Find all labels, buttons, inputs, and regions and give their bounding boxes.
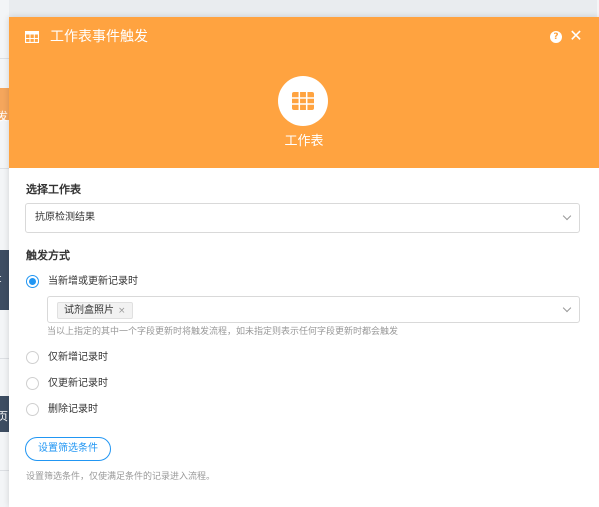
table-grid-icon bbox=[292, 92, 314, 110]
trigger-field-hint: 当以上指定的其中一个字段更新时将触发流程，如未指定则表示任何字段更新时都会触发 bbox=[47, 327, 399, 337]
divider bbox=[0, 358, 9, 359]
close-icon[interactable]: ✕ bbox=[569, 27, 583, 45]
trigger-option-label: 当新增或更新记录时 bbox=[48, 276, 138, 287]
radio-button[interactable] bbox=[26, 351, 39, 364]
trigger-option-label: 仅更新记录时 bbox=[48, 378, 108, 389]
panel-title: 工作表事件触发 bbox=[50, 29, 148, 45]
divider bbox=[0, 168, 9, 169]
worksheet-section-label: 选择工作表 bbox=[26, 183, 81, 196]
trigger-section-label: 触发方式 bbox=[26, 249, 70, 262]
radio-button[interactable] bbox=[26, 403, 39, 416]
background-text-fragment: t bbox=[0, 272, 9, 286]
worksheet-select-value: 抗原检测结果 bbox=[35, 212, 95, 223]
trigger-field-select[interactable]: 试剂盒照片 × bbox=[47, 296, 580, 323]
radio-button[interactable] bbox=[26, 377, 39, 390]
remove-tag-icon[interactable]: × bbox=[118, 306, 126, 316]
background-text-fragment: 发 bbox=[0, 110, 8, 123]
panel-header: 工作表事件触发 ? ✕ 工作表 bbox=[9, 17, 599, 168]
question-icon[interactable]: ? bbox=[550, 31, 562, 43]
chevron-down-icon bbox=[562, 211, 572, 221]
background-text-fragment: 页 bbox=[0, 410, 8, 423]
divider bbox=[0, 58, 9, 59]
table-grid-icon bbox=[25, 31, 39, 43]
set-filter-conditions-button[interactable]: 设置筛选条件 bbox=[25, 437, 111, 461]
background-page-edge: 发 t 页 bbox=[0, 0, 9, 507]
divider bbox=[0, 470, 9, 471]
radio-button-checked[interactable] bbox=[26, 275, 39, 288]
chevron-down-icon bbox=[562, 303, 572, 313]
trigger-option-label: 删除记录时 bbox=[48, 404, 98, 415]
worksheet-type-label: 工作表 bbox=[284, 134, 324, 149]
filter-hint: 设置筛选条件，仅使满足条件的记录进入流程。 bbox=[26, 472, 216, 482]
worksheet-type-badge bbox=[278, 76, 328, 126]
worksheet-select[interactable]: 抗原检测结果 bbox=[25, 203, 580, 233]
worksheet-event-trigger-panel: 工作表事件触发 ? ✕ 工作表 选择工作表 抗原检测结果 触发方式 当新增或更新… bbox=[9, 17, 599, 507]
field-tag-label: 试剂盒照片 bbox=[64, 305, 114, 316]
trigger-option-label: 仅新增记录时 bbox=[48, 352, 108, 363]
field-tag: 试剂盒照片 × bbox=[57, 302, 133, 319]
